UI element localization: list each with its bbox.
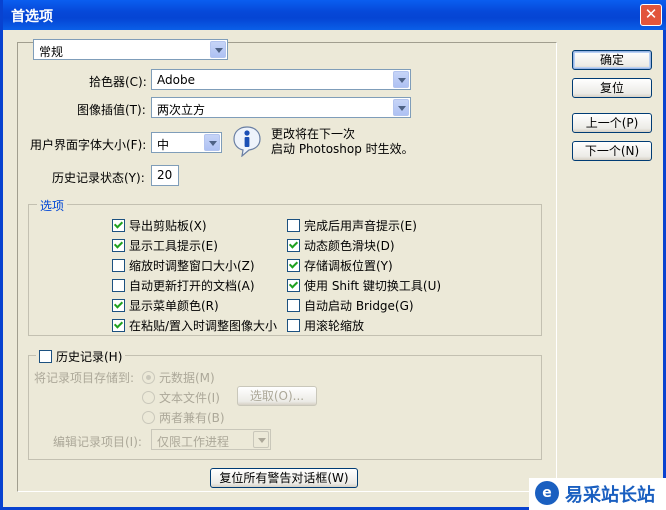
reset-warnings-label: 复位所有警告对话框(W) <box>219 471 349 485</box>
category-value: 常规 <box>39 45 64 59</box>
history-log-checkbox[interactable]: 历史记录(H) <box>36 348 126 365</box>
beep-when-done-label: 完成后用声音提示(E) <box>304 219 417 233</box>
ui-font-size-label: 用户界面字体大小(F): <box>30 138 147 152</box>
chevron-down-icon[interactable] <box>204 134 220 151</box>
show-menu-colors-label: 显示菜单颜色(R) <box>129 299 219 313</box>
zoom-resize-windows-checkbox[interactable]: 缩放时调整窗口大小(Z) <box>112 257 255 274</box>
checkbox-box[interactable] <box>112 299 125 312</box>
title-bar[interactable]: 首选项 ✕ <box>3 0 666 30</box>
ui-font-size-value: 中 <box>157 138 170 152</box>
color-picker-label: 拾色器(C): <box>89 75 147 89</box>
options-group <box>28 204 542 336</box>
info-icon <box>233 126 261 157</box>
color-picker-select[interactable]: Adobe <box>151 69 411 90</box>
interpolation-select[interactable]: 两次立方 <box>151 97 411 118</box>
choose-button-label: 选取(O)... <box>249 389 305 403</box>
ok-button[interactable]: 确定 <box>572 50 652 70</box>
shift-tool-switch-checkbox[interactable]: 使用 Shift 键切换工具(U) <box>287 277 441 294</box>
window-title: 首选项 <box>11 9 53 25</box>
info-line-2: 启动 Photoshop 时生效。 <box>271 142 414 156</box>
checkbox-box[interactable] <box>112 279 125 292</box>
save-palette-locations-checkbox[interactable]: 存储调板位置(Y) <box>287 257 393 274</box>
logo-icon: e <box>535 481 559 505</box>
chevron-down-icon[interactable] <box>393 71 409 88</box>
radio-textfile-label: 文本文件(I) <box>159 391 220 405</box>
radio-dot[interactable] <box>142 371 155 384</box>
history-states-label: 历史记录状态(Y): <box>52 171 145 185</box>
checkbox-box[interactable] <box>287 279 300 292</box>
auto-launch-bridge-checkbox[interactable]: 自动启动 Bridge(G) <box>287 297 414 314</box>
checkbox-box[interactable] <box>287 259 300 272</box>
reset-label: 复位 <box>599 81 624 95</box>
options-title: 选项 <box>37 197 68 214</box>
next-label: 下一个(N) <box>584 144 640 158</box>
category-select[interactable]: 常规 <box>33 39 228 60</box>
auto-launch-bridge-label: 自动启动 Bridge(G) <box>304 299 414 313</box>
chevron-down-icon[interactable] <box>393 99 409 116</box>
shift-tool-switch-label: 使用 Shift 键切换工具(U) <box>304 279 442 293</box>
edit-log-value: 仅限工作进程 <box>157 435 230 449</box>
checkbox-box[interactable] <box>287 299 300 312</box>
checkbox-box[interactable] <box>287 319 300 332</box>
radio-textfile[interactable]: 文本文件(I) <box>142 389 220 406</box>
dynamic-color-sliders-label: 动态颜色滑块(D) <box>304 239 395 253</box>
logo-text: 易采站长站 <box>565 485 655 506</box>
show-tooltips-label: 显示工具提示(E) <box>129 239 218 253</box>
dynamic-color-sliders-checkbox[interactable]: 动态颜色滑块(D) <box>287 237 395 254</box>
resize-on-paste-checkbox[interactable]: 在粘贴/置入时调整图像大小 <box>112 317 277 334</box>
reset-warnings-button[interactable]: 复位所有警告对话框(W) <box>210 468 358 488</box>
radio-both-label: 两者兼有(B) <box>159 411 225 425</box>
prev-label: 上一个(P) <box>585 116 639 130</box>
history-states-value: 20 <box>157 168 173 182</box>
resize-on-paste-label: 在粘贴/置入时调整图像大小 <box>129 319 278 333</box>
close-icon: ✕ <box>644 5 658 23</box>
radio-metadata-label: 元数据(M) <box>159 371 215 385</box>
ui-font-size-select[interactable]: 中 <box>151 132 222 153</box>
zoom-with-scroll-label: 用滚轮缩放 <box>304 319 365 333</box>
chevron-down-icon[interactable] <box>210 41 226 58</box>
radio-dot[interactable] <box>142 391 155 404</box>
checkbox-box[interactable] <box>112 239 125 252</box>
chevron-down-icon[interactable] <box>253 431 269 448</box>
edit-log-label: 编辑记录项目(I): <box>53 435 142 449</box>
show-menu-colors-checkbox[interactable]: 显示菜单颜色(R) <box>112 297 219 314</box>
auto-update-docs-label: 自动更新打开的文档(A) <box>129 279 255 293</box>
reset-button[interactable]: 复位 <box>572 78 652 98</box>
export-clipboard-label: 导出剪贴板(X) <box>129 219 207 233</box>
watermark-logo: e 易采站长站 <box>529 478 666 510</box>
zoom-resize-windows-label: 缩放时调整窗口大小(Z) <box>129 259 255 273</box>
color-picker-value: Adobe <box>157 73 195 87</box>
close-button[interactable]: ✕ <box>640 4 662 26</box>
radio-both[interactable]: 两者兼有(B) <box>142 409 225 426</box>
interpolation-label: 图像插值(T): <box>77 103 146 117</box>
history-log-title: 历史记录(H) <box>56 350 123 364</box>
checkbox-box[interactable] <box>39 350 52 363</box>
checkbox-box[interactable] <box>112 259 125 272</box>
interpolation-value: 两次立方 <box>157 103 206 117</box>
checkbox-box[interactable] <box>112 319 125 332</box>
show-tooltips-checkbox[interactable]: 显示工具提示(E) <box>112 237 218 254</box>
history-states-input[interactable]: 20 <box>151 165 179 186</box>
zoom-with-scroll-checkbox[interactable]: 用滚轮缩放 <box>287 317 364 334</box>
checkbox-box[interactable] <box>287 219 300 232</box>
auto-update-docs-checkbox[interactable]: 自动更新打开的文档(A) <box>112 277 255 294</box>
choose-button[interactable]: 选取(O)... <box>237 386 317 406</box>
ok-label: 确定 <box>599 53 624 67</box>
checkbox-box[interactable] <box>287 239 300 252</box>
prev-button[interactable]: 上一个(P) <box>572 113 652 133</box>
export-clipboard-checkbox[interactable]: 导出剪贴板(X) <box>112 217 207 234</box>
save-palette-locations-label: 存储调板位置(Y) <box>304 259 393 273</box>
next-button[interactable]: 下一个(N) <box>572 141 652 161</box>
radio-dot[interactable] <box>142 411 155 424</box>
beep-when-done-checkbox[interactable]: 完成后用声音提示(E) <box>287 217 417 234</box>
checkbox-box[interactable] <box>112 219 125 232</box>
radio-metadata[interactable]: 元数据(M) <box>142 369 215 386</box>
edit-log-select[interactable]: 仅限工作进程 <box>151 429 271 450</box>
save-log-to-label: 将记录项目存储到: <box>34 371 135 385</box>
